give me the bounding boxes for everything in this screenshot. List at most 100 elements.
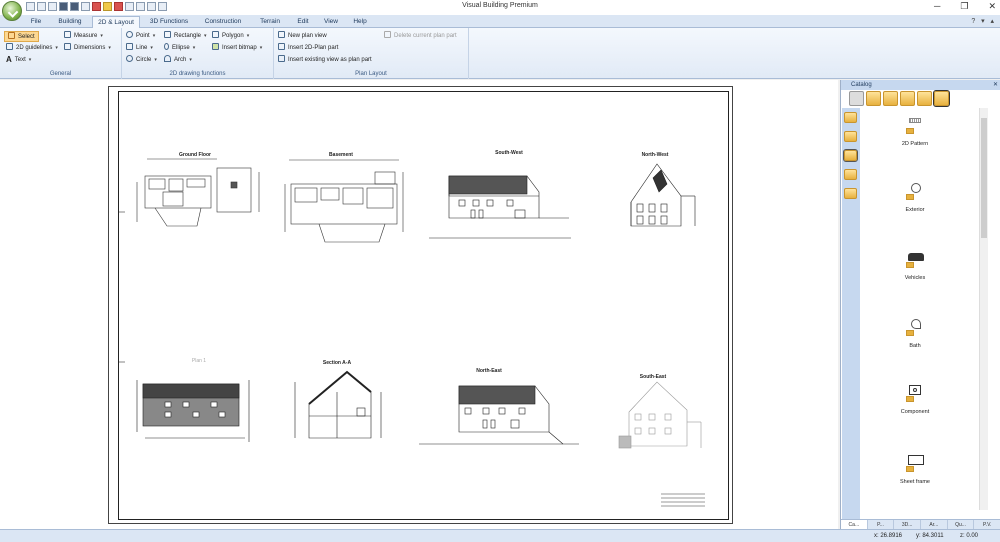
tab-terrain[interactable]: Terrain <box>252 16 288 28</box>
category-selected-folder-icon[interactable] <box>843 149 858 162</box>
rectangle-icon <box>164 31 171 38</box>
status-z-coordinate: z: 0.00 <box>960 533 979 539</box>
ground-floor-plan <box>136 158 260 227</box>
category-check-folder-icon[interactable] <box>844 131 857 142</box>
title-bar: Visual Building Premium ─ ❐ ✕ <box>0 0 1000 21</box>
panel-tab-pv[interactable]: P.V. <box>974 520 1000 529</box>
catalog-header: Catalog ✕ <box>841 80 1000 90</box>
south-west-elevation <box>429 175 571 239</box>
polygon-icon <box>212 31 219 38</box>
shower-icon <box>904 318 926 340</box>
group-label-plan-layout: Plan Layout <box>355 71 387 77</box>
tab-view[interactable]: View <box>318 16 344 28</box>
panel-tab-properties[interactable]: P... <box>868 520 895 529</box>
rectangle-button[interactable]: Rectangle ▾ <box>164 31 207 42</box>
new-plan-view-button[interactable]: New plan view <box>278 31 327 42</box>
ribbon-help-icons: ? ▾ ▴ <box>971 17 994 25</box>
line-icon <box>126 43 133 50</box>
catalog-item-sheet-frame[interactable]: Sheet frame <box>861 454 969 485</box>
catalog-item-2d-pattern[interactable]: 2D Pattern <box>861 116 969 147</box>
catalog-item-list: 2D Pattern Exterior Vehicles Bath Compon… <box>861 108 979 518</box>
panel-tab-quantities[interactable]: Qu... <box>948 520 975 529</box>
catalog-scroll-thumb[interactable] <box>981 118 987 238</box>
section-a-a <box>294 370 382 439</box>
status-x-coordinate: x: 26.8916 <box>874 533 903 539</box>
new-plan-icon <box>278 31 285 38</box>
insert-plan-icon <box>278 43 285 50</box>
north-west-gable <box>630 163 696 227</box>
delete-plan-part-button[interactable]: Delete current plan part <box>384 31 457 42</box>
group-label-general: General <box>49 71 72 77</box>
tab-building[interactable]: Building <box>52 16 88 28</box>
select-button[interactable]: Select <box>4 31 39 42</box>
point-button[interactable]: Point ▾ <box>126 31 155 42</box>
dimensions-button[interactable]: Dimensions ▾ <box>64 43 111 54</box>
plan-title-section-a-a: Section A-A <box>322 360 352 366</box>
component-icon <box>904 384 926 406</box>
catalog-folder-icon[interactable] <box>866 91 881 106</box>
north-east-elevation <box>419 385 579 445</box>
circle-icon <box>126 55 133 62</box>
guidelines-button[interactable]: 2D guidelines ▾ <box>6 43 58 54</box>
catalog-item-component[interactable]: Component <box>861 384 969 415</box>
catalog-close-icon[interactable]: ✕ <box>993 80 998 90</box>
line-button[interactable]: Line ▾ <box>126 43 153 54</box>
tab-edit[interactable]: Edit <box>292 16 314 28</box>
catalog-home-icon[interactable] <box>849 91 864 106</box>
ribbon-group-plan-layout: New plan view Insert 2D-Plan part Insert… <box>274 28 469 79</box>
catalog-box-icon[interactable] <box>933 90 950 107</box>
minimize-button[interactable]: ─ <box>934 1 940 12</box>
ellipse-icon <box>164 43 169 50</box>
pattern-icon <box>904 116 926 138</box>
panel-tab-catalog[interactable]: Ca... <box>841 520 868 529</box>
application-menu-button[interactable] <box>2 1 22 21</box>
ribbon-options-icon[interactable]: ▾ <box>981 18 985 25</box>
tab-help[interactable]: Help <box>348 16 372 28</box>
tab-2d-layout[interactable]: 2D & Layout <box>92 16 140 28</box>
measure-button[interactable]: Measure ▾ <box>64 31 103 42</box>
group-label-2d-drawing: 2D drawing functions <box>169 71 226 77</box>
polygon-button[interactable]: Polygon ▾ <box>212 31 249 42</box>
layout-sheet[interactable]: Ground Floor Basement South-West North-W… <box>108 86 733 524</box>
insert-2d-plan-button[interactable]: Insert 2D-Plan part <box>278 43 338 54</box>
catalog-globe-icon[interactable] <box>917 91 932 106</box>
plan-title-plan-1: Plan 1 <box>191 358 207 364</box>
arch-button[interactable]: Arch ▾ <box>164 55 192 66</box>
catalog-toolbar <box>849 90 950 107</box>
ellipse-button[interactable]: Ellipse ▾ <box>164 43 195 54</box>
panel-tab-areas[interactable]: Ar... <box>921 520 948 529</box>
measure-icon <box>64 31 71 38</box>
category-book-icon[interactable] <box>844 169 857 180</box>
catalog-panel-tabs: Ca... P... 3D... Ar... Qu... P.V. <box>841 519 1000 529</box>
catalog-pencil-icon[interactable] <box>883 91 898 106</box>
insert-bitmap-button[interactable]: Insert bitmap ▾ <box>212 43 262 54</box>
catalog-item-vehicles[interactable]: Vehicles <box>861 250 969 281</box>
south-east-gable <box>618 381 702 449</box>
category-up-icon[interactable] <box>844 188 857 199</box>
plan-title-basement: Basement <box>329 152 353 158</box>
drawing-workspace[interactable]: Ground Floor Basement South-West North-W… <box>0 80 838 529</box>
bitmap-icon <box>212 43 219 50</box>
dimensions-icon <box>64 43 71 50</box>
point-icon <box>126 31 133 38</box>
close-button[interactable]: ✕ <box>988 1 996 12</box>
tree-icon <box>904 182 926 204</box>
insert-existing-view-button[interactable]: Insert existing view as plan part <box>278 55 372 66</box>
tab-file[interactable]: File <box>25 16 47 28</box>
panel-tab-3d[interactable]: 3D... <box>894 520 922 529</box>
help-icon[interactable]: ? <box>971 18 975 25</box>
plan-title-ground-floor: Ground Floor <box>179 152 211 158</box>
ribbon-collapse-icon[interactable]: ▴ <box>990 18 994 25</box>
catalog-scrollbar[interactable] <box>979 108 988 510</box>
catalog-brush-icon[interactable] <box>900 91 915 106</box>
category-folder-icon[interactable] <box>844 112 857 123</box>
circle-button[interactable]: Circle ▾ <box>126 55 157 66</box>
ribbon-group-2d-drawing: Point ▾ Line ▾ Circle ▾ Rectangle ▾ Ellipse ▾… <box>122 28 274 79</box>
tab-3d-functions[interactable]: 3D Functions <box>144 16 194 28</box>
maximize-button[interactable]: ❐ <box>960 1 968 12</box>
car-icon <box>904 250 926 272</box>
catalog-item-exterior[interactable]: Exterior <box>861 182 969 213</box>
tab-construction[interactable]: Construction <box>198 16 248 28</box>
catalog-item-bath[interactable]: Bath <box>861 318 969 349</box>
text-button[interactable]: A Text ▾ <box>6 55 31 66</box>
